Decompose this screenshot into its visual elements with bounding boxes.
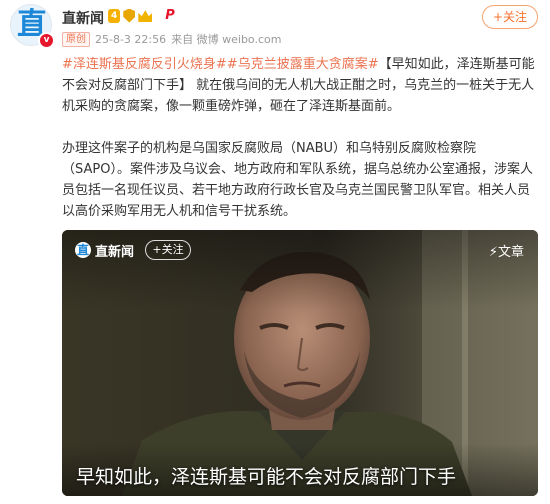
origin-tag: 原创 (62, 31, 90, 47)
flag-icon[interactable]: P (165, 8, 175, 23)
post-meta: 原创 25-8-3 22:56 来自 微博 weibo.com (62, 31, 281, 47)
author-name[interactable]: 直新闻 (62, 8, 104, 28)
article-follow-button[interactable]: +关注 (145, 240, 191, 260)
hashtag-link[interactable]: #泽连斯基反腐反引火烧身# (62, 57, 227, 72)
article-card[interactable]: 直 直新闻 +关注 ⚡文章 早知如此，泽连斯基可能不会对反腐部门下手 (62, 230, 538, 496)
level-badge-icon[interactable]: 4 (108, 8, 121, 23)
author-avatar[interactable]: 直 v (10, 4, 56, 50)
article-link[interactable]: ⚡文章 (489, 241, 524, 260)
post-header: 直 v 直新闻 4 P 原创 25-8-3 22:56 来自 微博 weibo.… (0, 0, 550, 56)
post-source: 来自 微博 weibo.com (171, 33, 282, 46)
lightning-icon: ⚡ (488, 245, 498, 260)
post-paragraph-2: 办理这件案子的机构是乌国家反腐败局（NABU）和乌特别反腐败检察院（SAPO）。… (62, 141, 533, 219)
account-logo-icon[interactable]: 直 (75, 242, 91, 258)
article-label: 文章 (497, 245, 524, 260)
article-account-name[interactable]: 直新闻 (95, 241, 134, 260)
account-logo-glyph: 直 (77, 243, 90, 257)
crown-badge-icon[interactable] (138, 10, 153, 22)
post-time[interactable]: 25-8-3 22:56 (95, 33, 166, 46)
article-caption: 早知如此，泽连斯基可能不会对反腐部门下手 (76, 466, 457, 488)
follow-button[interactable]: +关注 (482, 5, 538, 29)
author-badges: 4 P (108, 8, 175, 23)
article-card-header: 直 直新闻 +关注 ⚡文章 (62, 230, 538, 270)
verified-icon: v (38, 32, 55, 49)
shield-badge-icon[interactable] (123, 8, 136, 23)
post-paragraph-1: #泽连斯基反腐反引火烧身##乌克兰披露重大贪腐案#【早知如此，泽连斯基可能不会对… (62, 54, 538, 117)
hashtag-link[interactable]: #乌克兰披露重大贪腐案# (227, 57, 379, 72)
post-body: #泽连斯基反腐反引火烧身##乌克兰披露重大贪腐案#【早知如此，泽连斯基可能不会对… (62, 54, 538, 222)
